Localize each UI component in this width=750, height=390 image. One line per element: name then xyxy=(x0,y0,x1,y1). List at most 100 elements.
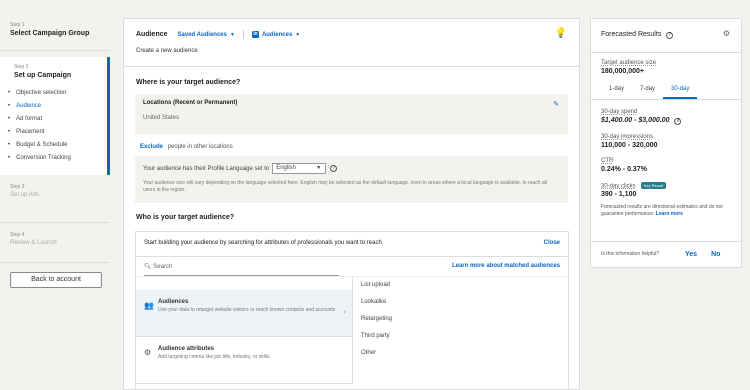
option-retargeting[interactable]: Retargeting xyxy=(353,311,568,328)
step-4-number: Step 4 xyxy=(10,232,25,238)
who-question: Who is your target audience? xyxy=(136,214,235,221)
ctr-value: 0.24% - 0.37% xyxy=(601,166,647,173)
saved-audiences-label: Saved Audiences xyxy=(177,31,227,38)
language-value: English xyxy=(276,165,296,171)
substep-objective-selection[interactable]: Objective selection xyxy=(8,87,107,100)
substep-budget-schedule[interactable]: Budget & Schedule xyxy=(8,139,107,152)
locations-value: United States xyxy=(143,115,180,121)
audience-builder: Start building your audience by searchin… xyxy=(135,231,569,389)
clicks-label: 30-day clicks xyxy=(601,183,636,190)
option-lookalike[interactable]: Lookalike xyxy=(353,294,568,311)
sidebar-divider xyxy=(0,222,110,223)
step-4: Step 4 Review & Launch xyxy=(0,232,67,246)
spend-label: 30-day spend xyxy=(601,109,638,115)
people-group-icon: 👥 xyxy=(144,301,154,310)
tab-1-day[interactable]: 1-day xyxy=(601,86,632,99)
step-2-number: Step 2 xyxy=(14,64,29,70)
option-list: List upload Lookalike Retargeting Third … xyxy=(352,277,568,384)
audiences-label: Audiences xyxy=(261,31,293,38)
step-2-title: Set up Campaign xyxy=(14,72,72,79)
learn-matched-audiences-link[interactable]: Learn more about matched audiences xyxy=(452,263,560,276)
locations-title: Locations (Recent or Permanent) xyxy=(143,100,238,106)
target-audience-value: 180,000,000+ xyxy=(601,68,645,75)
audience-header: Audience Saved Audiences ▼ in Audiences ▼ … xyxy=(124,19,579,67)
category-audiences[interactable]: 👥 Audiences Use your data to retarget we… xyxy=(136,290,352,337)
search-icon: 🔍︎ xyxy=(144,264,152,270)
tab-7-day[interactable]: 7-day xyxy=(632,86,663,99)
feedback-row: Is this information helpful? Yes No xyxy=(591,241,741,267)
category-audience-attributes[interactable]: ⚙ Audience attributes Add targeting crit… xyxy=(136,337,352,384)
step-2-panel: Step 2 Set up Campaign Objective selecti… xyxy=(0,57,110,175)
category-description: Use your data to retarget website visito… xyxy=(158,307,336,313)
tab-30-day[interactable]: 30-day xyxy=(663,86,698,99)
caret-down-icon: ▼ xyxy=(316,165,322,171)
help-icon[interactable]: ? xyxy=(330,165,338,172)
language-prefix: Your audience has their Profile Language… xyxy=(143,165,270,172)
language-note: Your audience size will vary depending o… xyxy=(143,180,547,193)
language-box: Your audience has their Profile Language… xyxy=(135,156,568,203)
locations-box: Locations (Recent or Permanent) United S… xyxy=(135,94,568,134)
forecast-note: Forecasted results are directional estim… xyxy=(601,204,731,218)
attributes-icon: ⚙ xyxy=(144,348,152,357)
audience-panel: Audience Saved Audiences ▼ in Audiences ▼ … xyxy=(123,18,580,390)
help-icon[interactable]: ? xyxy=(674,118,682,125)
saved-audiences-dropdown[interactable]: Saved Audiences ▼ xyxy=(178,32,235,38)
category-title: Audiences xyxy=(158,299,189,305)
substep-placement[interactable]: Placement xyxy=(8,126,107,139)
language-select[interactable]: English ▼ xyxy=(272,163,327,174)
category-list: 👥 Audiences Use your data to retarget we… xyxy=(136,277,352,384)
audiences-dropdown[interactable]: Audiences ▼ xyxy=(262,32,300,38)
back-to-account-button[interactable]: Back to account xyxy=(10,272,102,288)
sidebar-divider xyxy=(0,262,110,263)
audience-subtitle: Create a new audience xyxy=(136,48,198,54)
substep-audience[interactable]: Audience xyxy=(8,100,107,113)
close-link[interactable]: Close xyxy=(544,240,560,256)
sidebar-divider xyxy=(0,50,110,51)
exclude-row: Exclude people in other locations xyxy=(124,134,579,150)
no-button[interactable]: No xyxy=(711,251,720,258)
learn-more-link[interactable]: Learn more xyxy=(656,211,683,217)
step-1-number: Step 1 xyxy=(10,22,25,28)
option-third-party[interactable]: Third party xyxy=(353,328,568,345)
search-placeholder: Search xyxy=(153,264,173,270)
step-3: Step 3 Set up Ads xyxy=(0,184,49,198)
caret-down-icon: ▼ xyxy=(229,31,235,38)
substep-ad-format[interactable]: Ad format xyxy=(8,113,107,126)
ctr-label: CTR xyxy=(601,158,614,164)
search-input[interactable]: 🔍︎ Search xyxy=(144,263,339,276)
option-list-upload[interactable]: List upload xyxy=(353,277,568,294)
period-tabs: 1-day 7-day 30-day xyxy=(591,86,741,100)
spend-value: $1,400.00 - $3,000.00 xyxy=(601,117,670,124)
impressions-label: 30-day impressions xyxy=(601,134,654,140)
linkedin-icon: in xyxy=(251,31,259,38)
lightbulb-icon[interactable]: 💡 xyxy=(555,28,567,39)
impressions-value: 110,000 - 320,000 xyxy=(601,142,658,149)
option-other[interactable]: Other xyxy=(353,345,568,362)
helpful-question: Is this information helpful? xyxy=(601,251,660,257)
forecast-panel: Forecasted Results ? ⚙ Target audience s… xyxy=(590,18,742,268)
audience-title: Audience xyxy=(136,31,168,38)
step-1-title: Select Campaign Group xyxy=(10,30,90,37)
category-title: Audience attributes xyxy=(158,346,215,352)
exclude-link[interactable]: Exclude xyxy=(140,144,163,150)
step-3-number: Step 3 xyxy=(10,184,25,190)
help-icon[interactable]: ? xyxy=(666,32,674,39)
header-separator xyxy=(242,30,244,39)
forecast-title: Forecasted Results xyxy=(601,31,662,38)
step-1[interactable]: Step 1 Select Campaign Group xyxy=(0,22,99,37)
caret-down-icon: ▼ xyxy=(295,31,301,38)
edit-pencil-icon[interactable]: ✎ xyxy=(553,100,559,108)
category-description: Add targeting criteria like job title, i… xyxy=(158,354,270,360)
exclude-text: people in other locations xyxy=(167,144,233,150)
yes-button[interactable]: Yes xyxy=(685,251,697,258)
chevron-right-icon: › xyxy=(343,307,346,316)
gear-icon[interactable]: ⚙ xyxy=(723,29,730,38)
where-question: Where is your target audience? xyxy=(136,79,241,86)
step-4-title: Review & Launch xyxy=(10,240,57,246)
key-result-badge: Key Result xyxy=(640,182,666,189)
substep-conversion-tracking[interactable]: Conversion Tracking xyxy=(8,152,107,165)
step-2-substeps: Objective selection Audience Ad format P… xyxy=(0,87,107,165)
target-audience-label: Target audience size xyxy=(601,60,657,66)
builder-prompt: Start building your audience by searchin… xyxy=(144,240,382,246)
clicks-value: 390 - 1,100 xyxy=(601,191,637,199)
